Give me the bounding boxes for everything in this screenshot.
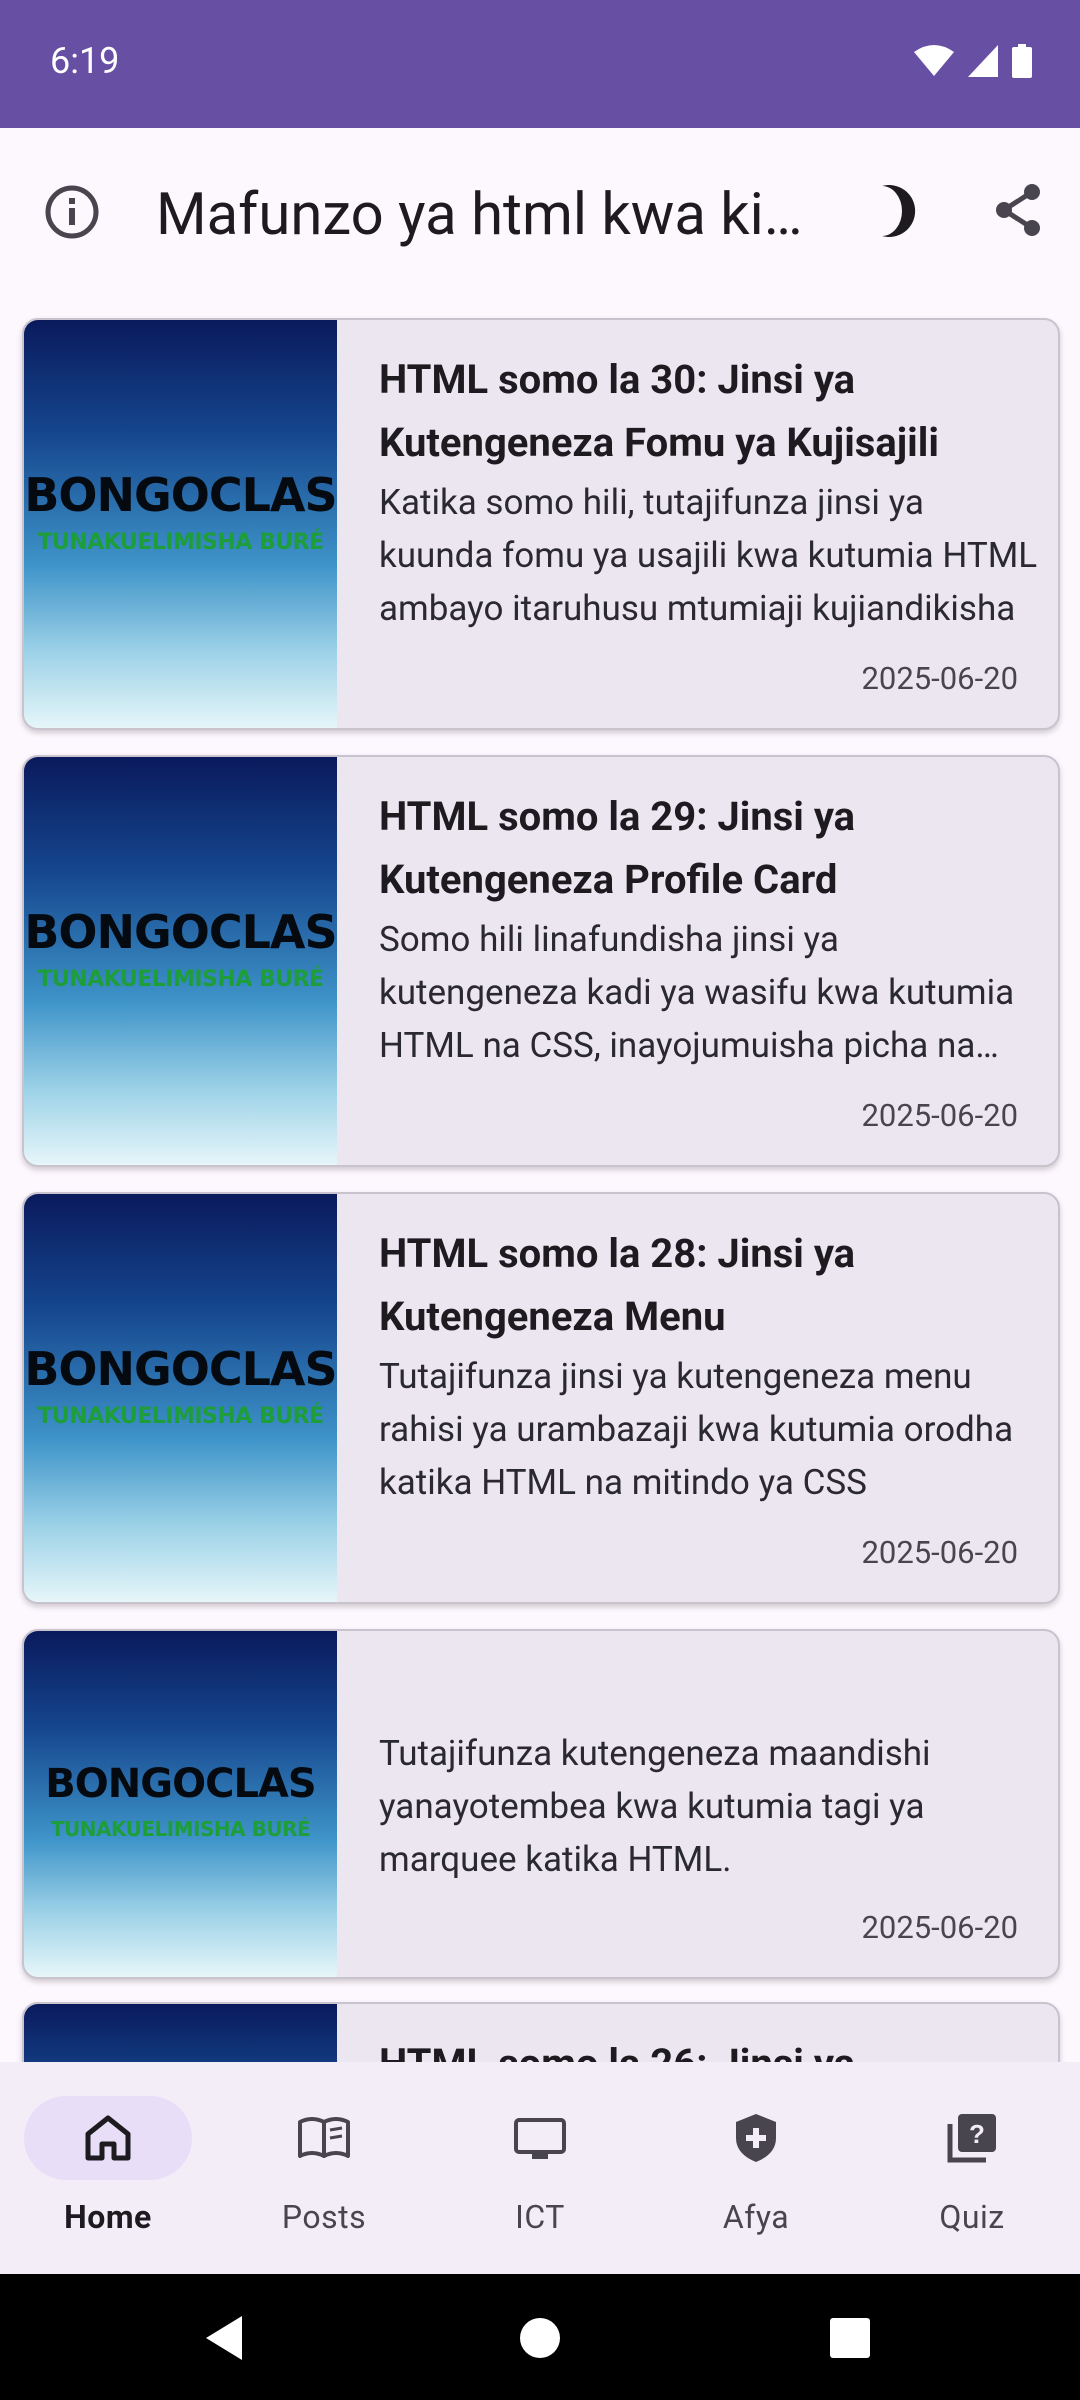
thumbnail-tagline: TUNAKUELIMISHA BURÉ <box>37 1404 324 1429</box>
back-icon[interactable] <box>196 2310 252 2366</box>
cellular-signal-icon <box>968 45 998 77</box>
post-thumbnail <box>24 2004 337 2062</box>
recents-icon[interactable] <box>822 2310 878 2366</box>
health-shield-icon <box>736 2114 776 2162</box>
post-title: HTML somo la 30: Jinsi ya Kutengeneza Fo… <box>379 356 939 466</box>
quiz-icon: ? <box>947 2114 996 2163</box>
nav-afya[interactable]: Afya <box>648 2096 864 2256</box>
status-icons <box>914 44 1032 78</box>
post-summary: Tutajifunza jinsi ya kutengeneza menu ra… <box>379 1356 1014 1503</box>
post-card[interactable]: BONGOCLAS TUNAKUELIMISHA BURÉ HTML somo … <box>22 318 1060 730</box>
thumbnail-tagline: TUNAKUELIMISHA BURÉ <box>37 967 324 992</box>
post-thumbnail: BONGOCLAS TUNAKUELIMISHA BURÉ <box>24 1194 338 1602</box>
status-bar: 6:19 <box>0 0 1080 128</box>
post-card[interactable]: HTML somo la 26: Jinsi ya <box>22 2002 1060 2062</box>
post-title: HTML somo la 28: Jinsi ya Kutengeneza Me… <box>379 1230 856 1340</box>
post-date: 2025-06-20 <box>861 660 1018 697</box>
post-summary: Somo hili linafundisha jinsi ya kutengen… <box>379 919 1015 1066</box>
nav-ict[interactable]: ICT <box>432 2096 648 2256</box>
nav-label-quiz: Quiz <box>939 2198 1005 2236</box>
share-button[interactable] <box>988 180 1048 240</box>
nav-label-ict: ICT <box>515 2198 565 2236</box>
home-icon <box>85 2115 131 2161</box>
post-thumbnail: BONGOCLAS TUNAKUELIMISHA BURÉ <box>24 1631 337 1977</box>
post-title: HTML somo la 29: Jinsi ya Kutengeneza Pr… <box>379 793 856 903</box>
post-card[interactable]: BONGOCLAS TUNAKUELIMISHA BURÉ HTML somo … <box>22 1192 1060 1604</box>
info-icon <box>45 185 99 239</box>
top-app-bar: Mafunzo ya html kwa kiswahili <box>0 128 1080 298</box>
post-thumbnail: BONGOCLAS TUNAKUELIMISHA BURÉ <box>24 320 338 728</box>
nav-home[interactable]: Home <box>0 2096 216 2256</box>
info-button[interactable] <box>40 180 104 244</box>
nav-quiz[interactable]: ? Quiz <box>864 2096 1080 2256</box>
nav-label-home: Home <box>64 2198 152 2236</box>
post-card[interactable]: BONGOCLAS TUNAKUELIMISHA BURÉ Tutajifunz… <box>22 1629 1060 1979</box>
nav-posts[interactable]: Posts <box>216 2096 432 2256</box>
post-thumbnail: BONGOCLAS TUNAKUELIMISHA BURÉ <box>24 757 338 1165</box>
svg-text:?: ? <box>969 2119 985 2149</box>
post-summary: Katika somo hili, tutajifunza jinsi ya k… <box>379 482 1038 629</box>
system-navigation-bar <box>0 2274 1080 2400</box>
post-date: 2025-06-20 <box>861 1097 1018 1134</box>
post-summary: Tutajifunza kutengeneza maandishi yanayo… <box>379 1733 931 1880</box>
battery-icon <box>1012 44 1032 78</box>
moon-icon <box>882 185 916 237</box>
thumbnail-brand: BONGOCLAS <box>24 905 337 959</box>
thumbnail-brand: BONGOCLAS <box>24 1342 337 1396</box>
thumbnail-tagline: TUNAKUELIMISHA BURÉ <box>50 1817 311 1841</box>
nav-label-afya: Afya <box>722 2198 790 2236</box>
bottom-navigation: Home Posts ICT Afya ? Quiz <box>0 2062 1080 2274</box>
book-icon <box>298 2117 350 2158</box>
thumbnail-brand: BONGOCLAS <box>24 468 337 522</box>
nav-label-posts: Posts <box>281 2198 367 2236</box>
post-list[interactable]: BONGOCLAS TUNAKUELIMISHA BURÉ HTML somo … <box>0 298 1080 2062</box>
post-title: HTML somo la 26: Jinsi ya <box>379 2032 1019 2062</box>
thumbnail-brand: BONGOCLAS <box>45 1761 316 1807</box>
share-icon <box>996 184 1040 236</box>
monitor-icon <box>514 2118 566 2159</box>
thumbnail-tagline: TUNAKUELIMISHA BURÉ <box>37 530 324 555</box>
app-title: Mafunzo ya html kwa kiswahili <box>156 181 816 249</box>
post-date: 2025-06-20 <box>861 1909 1018 1946</box>
dark-mode-toggle[interactable] <box>862 178 928 244</box>
post-card[interactable]: BONGOCLAS TUNAKUELIMISHA BURÉ HTML somo … <box>22 755 1060 1167</box>
post-date: 2025-06-20 <box>861 1534 1018 1571</box>
status-time: 6:19 <box>50 40 120 82</box>
home-circle-icon[interactable] <box>512 2310 568 2366</box>
wifi-icon <box>914 45 954 76</box>
